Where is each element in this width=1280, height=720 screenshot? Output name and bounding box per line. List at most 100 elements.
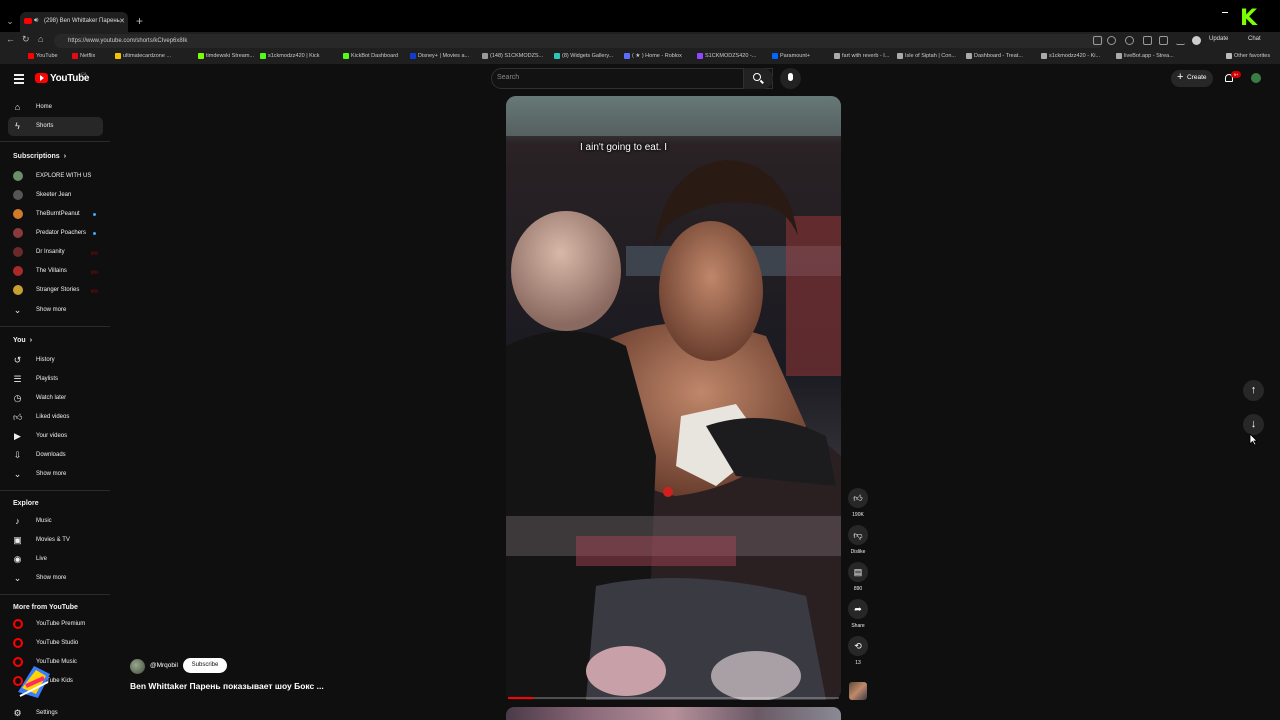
refresh-icon[interactable]: ↻ (22, 34, 30, 45)
youtube-logo-icon[interactable] (35, 73, 48, 83)
browser-tab-bar: ⌄ 🔊︎ (298) Ben Whittaker Парень ✕ + K (0, 0, 1280, 32)
tab-search-dropdown-icon[interactable]: ⌄ (3, 14, 17, 28)
favorite-star-icon[interactable] (1107, 36, 1116, 45)
new-tab-icon[interactable]: + (136, 14, 143, 28)
sidebar-subscription-item[interactable]: Predator Poachers (8, 224, 103, 243)
sidebar-item-liked-videos[interactable]: 👍︎ Liked videos (8, 408, 103, 427)
account-avatar[interactable] (1251, 73, 1261, 83)
search-input[interactable]: Search (497, 74, 519, 81)
sidebar-item-label: Watch later (36, 395, 67, 401)
sidebar-item-live[interactable]: ◉ Live (8, 550, 103, 569)
bookmark-item[interactable]: Dashboard - Treat... (966, 53, 1023, 59)
youtube-app-icon (13, 638, 23, 648)
bookmark-item[interactable]: KickBot Dashboard (343, 53, 398, 59)
sidebar-item-youtube-premium[interactable]: YouTube Premium (8, 615, 103, 634)
sidebar-item-youtube-studio[interactable]: YouTube Studio (8, 634, 103, 653)
browser-tab-active[interactable]: 🔊︎ (298) Ben Whittaker Парень ✕ (20, 12, 128, 32)
minimize-window-icon[interactable] (1222, 12, 1228, 13)
like-button[interactable]: 👍︎ (848, 488, 868, 508)
comments-button[interactable]: ▤ (848, 562, 868, 582)
video-progress-bar[interactable] (508, 697, 839, 699)
voice-search-mic-icon[interactable] (780, 68, 801, 89)
bookmark-item[interactable]: ( ★ ) Home - Roblox (624, 53, 682, 59)
remix-button[interactable]: ⟲ (848, 636, 868, 656)
sidebar-item-shorts[interactable]: ϟ Shorts (8, 117, 103, 136)
sidebar-item-history[interactable]: ↺ History (8, 351, 103, 370)
back-arrow-icon[interactable]: ← (6, 34, 15, 44)
channel-avatar (13, 171, 23, 181)
channel-avatar (13, 209, 23, 219)
share-button[interactable]: ➦ (848, 599, 868, 619)
downloads-browser-icon[interactable] (1176, 36, 1185, 45)
search-box[interactable] (491, 68, 773, 89)
bookmark-item[interactable]: liveBot.app - Strea... (1116, 53, 1174, 59)
bookmark-item[interactable]: Disney+ | Movies a... (410, 53, 469, 59)
bookmark-item[interactable]: (148) S1CKMODZS... (482, 53, 543, 59)
sound-thumbnail[interactable] (849, 682, 867, 700)
bookmark-item[interactable]: s1ckmodzz420 - Ki... (1041, 53, 1100, 59)
extension-refresh-icon[interactable] (1125, 36, 1134, 45)
chevron-down-icon: ⌄ (13, 305, 22, 315)
sidebar-subscription-item[interactable]: TheBurntPeanut (8, 205, 103, 224)
chevron-down-icon: ⌄ (13, 573, 22, 583)
bookmark-item[interactable]: s1ckmodzz420 | Kick (260, 53, 320, 59)
create-button[interactable]: Create (1171, 70, 1213, 87)
subscriptions-heading[interactable]: Subscriptions › (13, 153, 66, 160)
sidebar-subscription-item[interactable]: The Villains ((•)) (8, 262, 103, 281)
chat-button[interactable]: Chat (1248, 36, 1261, 42)
live-icon: ◉ (13, 554, 22, 564)
sidebar-item-downloads[interactable]: ⇩ Downloads (8, 446, 103, 465)
extensions-icon[interactable] (1143, 36, 1152, 45)
channel-name[interactable]: @Mrqobil (150, 662, 178, 669)
more-from-youtube-heading[interactable]: More from YouTube (13, 604, 78, 611)
favorites-icon[interactable] (1159, 36, 1168, 45)
sidebar-item-home[interactable]: ⌂ Home (8, 98, 103, 117)
next-short-down-arrow-icon[interactable]: ↓ (1243, 414, 1264, 435)
sidebar-item-music[interactable]: ♪ Music (8, 512, 103, 531)
sidebar-subscription-item[interactable]: Stranger Stories ((•)) (8, 281, 103, 300)
dislike-button[interactable]: 👎︎ (848, 525, 868, 545)
you-heading[interactable]: You › (13, 337, 32, 344)
sidebar-item-movies-tv[interactable]: ▣ Movies & TV (8, 531, 103, 550)
bookmark-item[interactable]: YouTube (28, 53, 58, 59)
sidebar-item-label: TheBurntPeanut (36, 211, 80, 217)
browser-profile-avatar[interactable] (1192, 36, 1201, 45)
tab-close-icon[interactable]: ✕ (119, 17, 125, 25)
sidebar-subscription-item[interactable]: Skeeter Jean (8, 186, 103, 205)
bookmark-item[interactable]: S1CKMODZS420 -... (697, 53, 756, 59)
menu-hamburger-icon[interactable] (14, 74, 24, 86)
update-button[interactable]: Update (1209, 36, 1228, 42)
search-button[interactable] (743, 68, 773, 89)
bookmark-item[interactable]: Isle of Siptah | Con... (897, 53, 956, 59)
explore-heading[interactable]: Explore (13, 500, 39, 507)
sidebar-item-settings[interactable]: ⚙ Settings (8, 704, 103, 720)
bookmark-item[interactable]: timdewski Stream... (198, 53, 254, 59)
channel-avatar[interactable] (130, 659, 145, 674)
sidebar-item-your-videos[interactable]: ▶ Your videos (8, 427, 103, 446)
speaker-icon[interactable]: 🔊︎ (34, 17, 38, 25)
previous-short-up-arrow-icon[interactable]: ↑ (1243, 380, 1264, 401)
home-browser-icon[interactable]: ⌂ (38, 34, 43, 44)
bookmark-item[interactable]: fart with reverb - I... (834, 53, 889, 59)
explore-show-more[interactable]: ⌄ Show more (8, 569, 103, 588)
subscribe-button[interactable]: Subscribe (183, 658, 227, 673)
you-show-more[interactable]: ⌄ Show more (8, 465, 103, 484)
bookmark-item[interactable]: ultimatecardzone ... (115, 53, 171, 59)
bookmark-item[interactable]: Paramount+ (772, 53, 810, 59)
subscriptions-show-more[interactable]: ⌄ Show more (8, 301, 103, 320)
bookmark-item[interactable]: (8) Widgets Gallery... (554, 53, 613, 59)
app-available-icon[interactable] (1093, 36, 1102, 45)
short-title[interactable]: Ben Whittaker Парень показывает шоу Бокс… (130, 681, 324, 691)
subscriptions-heading-text: Subscriptions (13, 153, 60, 160)
address-field[interactable]: https://www.youtube.com/shorts/kCIvep6x8… (54, 34, 1104, 48)
shorts-video-player[interactable] (506, 96, 841, 700)
bookmark-item[interactable]: Netflix (72, 53, 95, 59)
sidebar-subscription-item[interactable]: Dr Insanity ((•)) (8, 243, 103, 262)
sidebar-subscription-item[interactable]: EXPLORE WITH US (8, 167, 103, 186)
sidebar-divider (0, 594, 110, 595)
sidebar-item-playlists[interactable]: ☰ Playlists (8, 370, 103, 389)
next-short-preview[interactable] (506, 707, 841, 720)
live-indicator-icon: ((•)) (91, 269, 98, 274)
sidebar-item-watch-later[interactable]: ◷ Watch later (8, 389, 103, 408)
other-favorites-folder[interactable]: Other favorites (1226, 53, 1270, 59)
